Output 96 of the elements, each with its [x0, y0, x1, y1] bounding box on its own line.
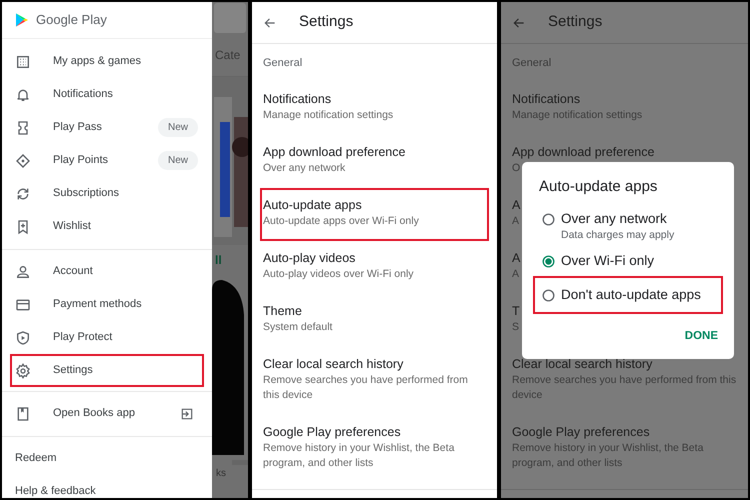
menu-item-label: Account	[53, 264, 94, 280]
option-label: Over Wi-Fi only	[561, 252, 654, 270]
radio-button[interactable]	[542, 213, 555, 226]
setting-title: A	[512, 197, 520, 214]
menu-item[interactable]: Wishlist	[10, 210, 204, 243]
setting-description: S	[512, 320, 520, 335]
preference-row[interactable]: Notifications Manage notification settings	[509, 82, 740, 135]
section-header: General	[263, 56, 302, 71]
exit-icon	[180, 406, 194, 420]
menu-item-label: Payment methods	[53, 297, 143, 312]
new-badge: New	[158, 118, 198, 137]
back-arrow-icon	[512, 16, 526, 30]
grid-icon	[15, 54, 31, 70]
menu-item[interactable]: Play Points New	[10, 144, 204, 177]
menu-item[interactable]: Open Books app	[10, 397, 204, 430]
preference-row[interactable]: Google Play preferences Remove history in your Wishlist, the Beta program, and other lists	[509, 415, 740, 483]
button-label: ll	[215, 252, 222, 269]
menu-item[interactable]: Settings	[10, 354, 204, 387]
setting-description: Remove searches you have performed from this device	[512, 373, 737, 403]
setting-title: Notifications	[512, 91, 580, 108]
app-name: Google Play	[36, 11, 107, 30]
menu-item[interactable]: My apps & games	[10, 45, 204, 78]
person-icon	[15, 264, 31, 280]
setting-title: Notifications	[263, 91, 332, 108]
setting-description: Remove history in your Wishlist, the Beta program, and other lists	[512, 441, 704, 471]
setting-title: A	[512, 250, 520, 267]
radio-button[interactable]	[542, 289, 555, 302]
option-label: Don't auto-update apps	[561, 286, 701, 304]
menu-item[interactable]: Play Pass New	[10, 111, 204, 144]
setting-title: App download preference	[512, 144, 654, 161]
menu-item-label: Settings	[53, 363, 94, 378]
card-background	[214, 3, 246, 33]
setting-description: A	[512, 267, 520, 282]
option-description: Data charges may apply	[561, 228, 674, 242]
setting-title: Auto-play videos	[263, 250, 356, 267]
preference-row[interactable]: Auto-update apps Auto-update apps over Wi-Fi only	[260, 188, 489, 241]
refresh-icon	[15, 186, 31, 202]
menu-item-label: Subscriptions	[53, 186, 120, 202]
bell-icon	[15, 86, 31, 102]
setting-description: Remove searches you have performed from this device	[263, 373, 469, 403]
setting-description: Manage notification settings	[512, 108, 642, 123]
section-header: General	[512, 56, 552, 71]
menu-item[interactable]: Notifications	[10, 78, 204, 111]
menu-item[interactable]: Play Protect	[10, 321, 204, 354]
setting-title: Auto-update apps	[263, 197, 362, 214]
menu-item-label: Notifications	[53, 87, 114, 102]
menu-item-label: Open Books app	[53, 406, 136, 422]
setting-description: A	[512, 214, 520, 229]
menu-item-label: Play Protect	[53, 330, 114, 346]
preference-row[interactable]: App download preference Over any network	[260, 135, 489, 188]
radio-button-selected[interactable]	[542, 255, 555, 268]
preference-row[interactable]: Theme System default	[260, 294, 489, 347]
play-logo-icon	[14, 11, 30, 29]
footer-link[interactable]: Help & feedback	[15, 483, 96, 498]
radio-option[interactable]: Over any network Data charges may apply	[533, 206, 723, 246]
setting-title: Clear local search history	[263, 356, 404, 373]
shield-icon	[15, 330, 31, 346]
menu-item[interactable]: Payment methods	[10, 288, 204, 321]
gear-icon	[15, 362, 31, 378]
done-button[interactable]: DONE	[684, 328, 718, 346]
card-icon	[15, 296, 31, 312]
menu-item[interactable]: Subscriptions	[10, 177, 204, 210]
radio-option[interactable]: Over Wi-Fi only	[533, 248, 723, 274]
app-label: ks	[216, 466, 226, 480]
setting-title: App download preference	[263, 144, 406, 161]
book-icon	[15, 406, 31, 422]
new-badge: New	[158, 151, 198, 170]
setting-description: System default	[263, 320, 332, 335]
setting-description: Remove history in your Wishlist, the Beta program, and other lists	[263, 441, 456, 471]
setting-description: O	[512, 161, 520, 176]
preference-row[interactable]: Auto-play videos Auto-play videos over Wi-Fi only	[260, 241, 489, 294]
setting-title: Google Play preferences	[512, 424, 650, 441]
preference-row[interactable]: Notifications Manage notification settings	[260, 82, 489, 135]
setting-description: Auto-update apps over Wi-Fi only	[263, 214, 419, 229]
setting-title: Theme	[263, 303, 302, 320]
radio-option[interactable]: Don't auto-update apps	[533, 276, 723, 314]
screen-title: Settings	[299, 12, 354, 32]
menu-item[interactable]: Account	[10, 255, 204, 288]
setting-title: T	[512, 303, 520, 320]
menu-item-label: My apps & games	[53, 54, 142, 70]
menu-item-label: Play Pass	[53, 120, 103, 136]
option-label: Over any network	[561, 210, 668, 228]
preference-row[interactable]: Clear local search history Remove searches you have performed from this device	[260, 347, 489, 415]
setting-title: Clear local search history	[512, 356, 652, 373]
setting-description: Auto-play videos over Wi-Fi only	[263, 267, 414, 282]
dialog-title: Auto-update apps	[538, 177, 658, 197]
setting-description: Manage notification settings	[263, 108, 394, 123]
diamond-icon	[15, 152, 31, 168]
menu-item-label: Play Points	[53, 153, 110, 168]
back-arrow-icon	[263, 16, 277, 30]
setting-title: Google Play preferences	[263, 424, 401, 441]
menu-item-label: Wishlist	[53, 219, 92, 234]
footer-link[interactable]: Redeem	[15, 450, 57, 467]
preference-row[interactable]: Google Play preferences Remove history in your Wishlist, the Beta program, and other lists	[260, 415, 489, 483]
screen-title: Settings	[548, 12, 602, 32]
setting-description: Over any network	[263, 161, 346, 176]
